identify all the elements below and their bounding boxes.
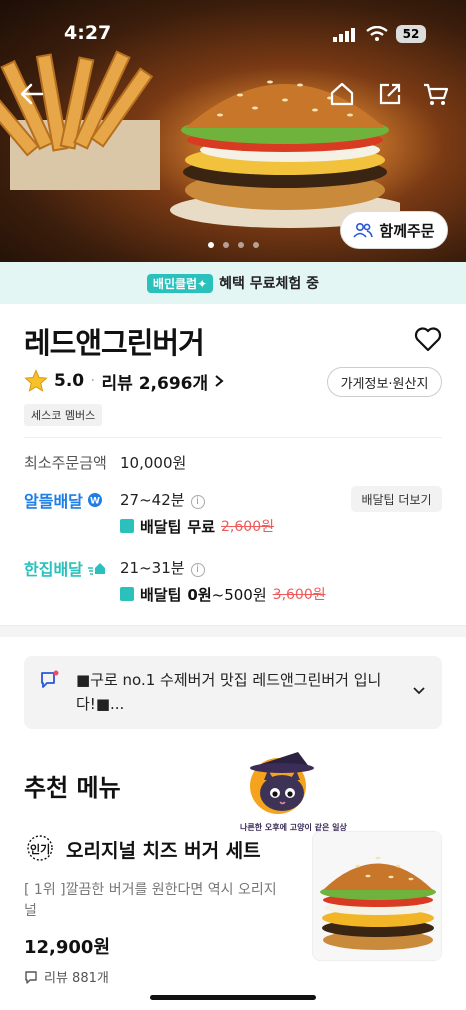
cart-icon[interactable]: [422, 80, 450, 108]
menu-item-reviews: 리뷰 881개: [24, 967, 109, 986]
hanjip-tip-original: 3,600원: [272, 587, 326, 603]
hanjip-time-row: 21~31분 i: [120, 557, 205, 578]
rating-row: 5.0 · 리뷰 2,696개: [24, 366, 224, 396]
alddeul-label-text: 알뜰배달: [24, 492, 83, 511]
carousel-dot: [238, 242, 244, 248]
menu-item-reviews-text: 리뷰 881개: [44, 971, 109, 986]
cesco-tag: 세스코 멤버스: [24, 404, 103, 426]
reviews-link[interactable]: 리뷰 2,696개: [102, 369, 209, 394]
alddeul-tip-original: 2,600원: [221, 519, 274, 535]
carousel-dots: [208, 242, 268, 250]
coin-icon: W: [87, 493, 102, 507]
club-banner-text: 혜택 무료체험 중: [219, 276, 320, 292]
heart-icon[interactable]: [414, 326, 442, 352]
hanjip-tip-label: 배달팁: [140, 585, 182, 604]
delivery-tip-icon: [120, 587, 134, 601]
blog-watermark: 나른한 오후에 고양이 같은 일상: [240, 748, 347, 832]
svg-text:W: W: [90, 497, 100, 507]
min-order-label: 최소주문금액: [24, 454, 107, 472]
delivery-tip-icon: [120, 519, 134, 533]
carousel-dot-active: [208, 242, 214, 248]
status-bar: 4:27 52: [0, 20, 466, 50]
rating-separator: ·: [90, 371, 96, 391]
hanjip-delivery-label: 한집배달: [24, 556, 107, 580]
alddeul-time: 27~42분: [120, 491, 185, 509]
rating-value: 5.0: [54, 371, 85, 391]
divider: [24, 437, 442, 438]
store-notice[interactable]: ■구로 no.1 수제버거 맛집 레드앤그린버거 입니다!■...: [24, 656, 442, 729]
alddeul-tip-label: 배달팁: [140, 517, 182, 536]
info-icon[interactable]: i: [190, 495, 205, 509]
carousel-dot: [253, 242, 259, 248]
alddeul-tip-row: 배달팁 무료 2,600원: [120, 515, 274, 537]
menu-item-name[interactable]: 오리지널 치즈 버거 세트: [66, 836, 261, 863]
notice-text: ■구로 no.1 수제버거 맛집 레드앤그린버거 입니다!■...: [76, 671, 382, 713]
min-order-value: 10,000원: [120, 454, 187, 472]
popular-badge-text: 인기: [30, 843, 51, 856]
cat-witch-icon: [250, 752, 314, 814]
alddeul-tip-value: 무료: [187, 517, 216, 536]
menu-item-description: [ 1위 ]깔끔한 버거를 원한다면 역시 오리지널: [24, 882, 277, 919]
hanjip-time: 21~31분: [120, 559, 185, 577]
more-tips-button[interactable]: 배달팁 더보기: [351, 486, 442, 512]
chevron-right-icon[interactable]: [214, 374, 224, 388]
home-indicator[interactable]: [150, 995, 316, 1000]
hero-image[interactable]: 4:27 52 함께주문: [0, 0, 466, 262]
section-separator: [0, 625, 466, 637]
house-speed-icon: [87, 563, 105, 575]
hanjip-tip-value: 0원: [187, 585, 212, 604]
popular-badge: 인기: [24, 834, 60, 862]
info-icon[interactable]: i: [190, 563, 205, 577]
signal-icon: [333, 28, 355, 42]
home-icon[interactable]: [328, 80, 356, 108]
wifi-icon: [366, 26, 388, 41]
club-badge: 배민클럽✦: [146, 273, 214, 293]
hanjip-label-text: 한집배달: [24, 560, 83, 579]
alddeul-delivery-label: 알뜰배달 W: [24, 488, 103, 512]
battery-indicator: 52: [396, 25, 426, 43]
together-order-button[interactable]: 함께주문: [340, 211, 448, 249]
store-info-button[interactable]: 가게정보·원산지: [327, 367, 442, 397]
carousel-dot: [223, 242, 229, 248]
people-icon: [353, 222, 374, 238]
hanjip-tip-range: ~500원: [211, 585, 267, 604]
star-icon: [24, 369, 48, 392]
club-banner[interactable]: 배민클럽✦ 혜택 무료체험 중: [0, 262, 466, 304]
recommended-heading: 추천 메뉴: [24, 774, 121, 802]
back-arrow-icon[interactable]: [18, 80, 46, 108]
menu-item-price: 12,900원: [24, 937, 111, 958]
status-time: 4:27: [64, 22, 112, 44]
chat-bubble-icon: [25, 970, 37, 984]
hanjip-tip-row: 배달팁 0원~500원 3,600원: [120, 583, 326, 605]
burger-set-image: [313, 832, 441, 960]
share-icon[interactable]: [376, 80, 404, 108]
menu-item-image[interactable]: [312, 831, 442, 961]
store-name: 레드앤그린버거: [24, 326, 205, 360]
alddeul-time-row: 27~42분 i: [120, 489, 205, 510]
chevron-down-icon[interactable]: [412, 686, 426, 696]
notice-chat-icon: [41, 670, 59, 688]
burger-image: [170, 80, 400, 228]
together-order-label: 함께주문: [379, 221, 435, 240]
